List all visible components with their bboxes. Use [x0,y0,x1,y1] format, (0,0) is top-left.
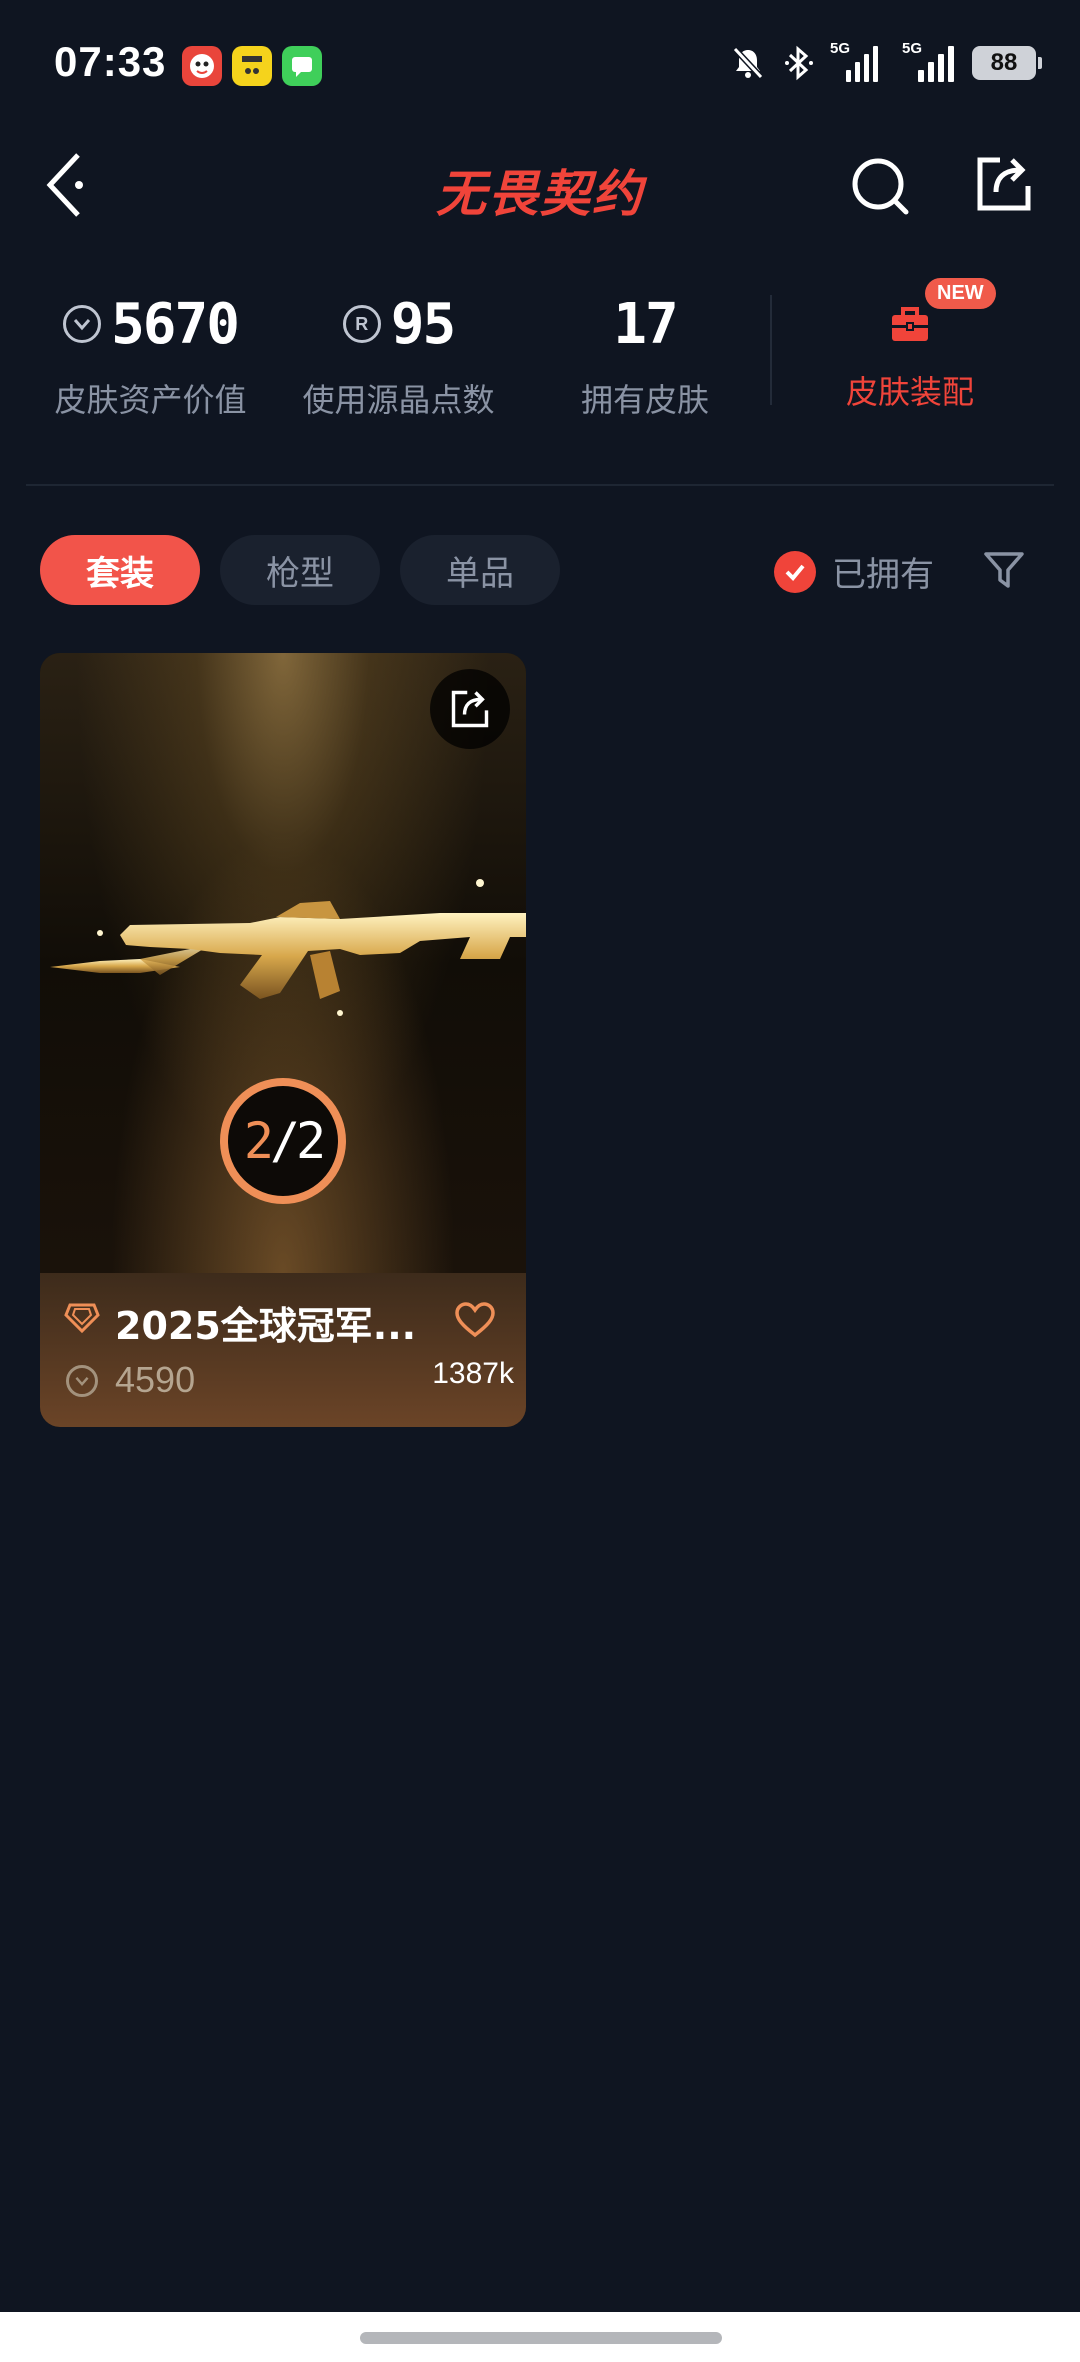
share-icon [451,690,489,728]
category-tabs: 套装 枪型 单品 [40,535,560,605]
valorant-point-coin-icon [63,305,102,343]
status-bar: 07:33 5G 5G 88 [0,0,1080,130]
skin-value-stat: 5670 皮肤资产价值 [48,285,253,421]
skins-owned-stat: 17 拥有皮肤 [560,285,730,421]
skins-owned-label: 拥有皮肤 [580,381,709,419]
game-logo: 无畏契约 [436,165,644,223]
crystal-points-label: 使用源晶点数 [302,381,495,419]
mascot-app-icon [182,46,222,86]
bundle-title: 2025全球冠军... [115,1304,415,1348]
owned-filter-toggle[interactable]: 已拥有 [774,547,934,596]
tier-rank-icon [64,1303,100,1334]
battery-indicator: 88 [972,46,1042,80]
signal-strength-1-icon: 5G [830,40,878,82]
crystal-points-number: 95 [390,291,456,357]
tab-bundle[interactable]: 套装 [40,535,200,605]
notification-app-icons [182,46,322,86]
yellow-app-icon [232,46,272,86]
share-button[interactable] [972,152,1036,216]
status-time: 07:33 [54,38,167,85]
owned-count-total: 2 [296,1112,326,1170]
new-badge: NEW [925,278,996,309]
tab-single-item[interactable]: 单品 [400,535,560,605]
stats-divider [770,295,772,405]
share-icon [977,157,1031,211]
skin-value-number: 5670 [111,291,240,357]
golden-rifle-image [50,879,526,1016]
bundle-card-footer: 2025全球冠军... 4590 1387k [40,1273,526,1427]
filter-button[interactable] [982,548,1026,592]
stats-panel: 5670 皮肤资产价值 R 95 使用源晶点数 17 拥有皮肤 皮肤装配 [0,285,1080,435]
radianite-coin-icon: R [342,305,381,343]
search-icon [852,158,909,215]
home-indicator[interactable] [360,2332,722,2344]
section-divider [26,484,1054,486]
message-app-icon [282,46,322,86]
gesture-bar [0,2312,1080,2362]
owned-count-current: 2 [243,1112,274,1170]
top-header: 无畏契约 [0,140,1080,230]
check-icon [774,550,816,593]
bundle-price: 4590 [115,1359,196,1400]
skin-value-label: 皮肤资产价值 [54,381,247,419]
crystal-points-stat: R 95 使用源晶点数 [296,285,501,421]
bluetooth-icon [785,45,813,81]
heart-icon[interactable] [454,1301,496,1339]
skin-equip-label: 皮肤装配 [845,373,974,411]
toolbox-icon [892,307,928,341]
search-button[interactable] [848,154,912,218]
network-type-label: 5G [830,40,851,57]
tab-weapon-type[interactable]: 枪型 [220,535,380,605]
bundle-likes-count: 1387k [432,1357,514,1390]
owned-count-separator: / [269,1112,300,1170]
network-type-label: 5G [902,40,923,57]
signal-strength-2-icon: 5G [896,40,954,82]
skins-owned-number: 17 [613,291,678,357]
owned-count-badge: 2 / 2 [220,1078,346,1204]
filter-funnel-icon [984,552,1024,588]
owned-label: 已拥有 [832,555,934,595]
card-share-button[interactable] [430,669,510,749]
valorant-point-coin-icon [66,1365,98,1397]
bundle-image: 2 / 2 [40,653,526,1273]
status-right-icons: 5G 5G 88 [730,40,1042,82]
bundle-card[interactable]: 2 / 2 2025全球冠军... 4590 1387k [40,653,526,1427]
mute-bell-icon [732,46,764,80]
